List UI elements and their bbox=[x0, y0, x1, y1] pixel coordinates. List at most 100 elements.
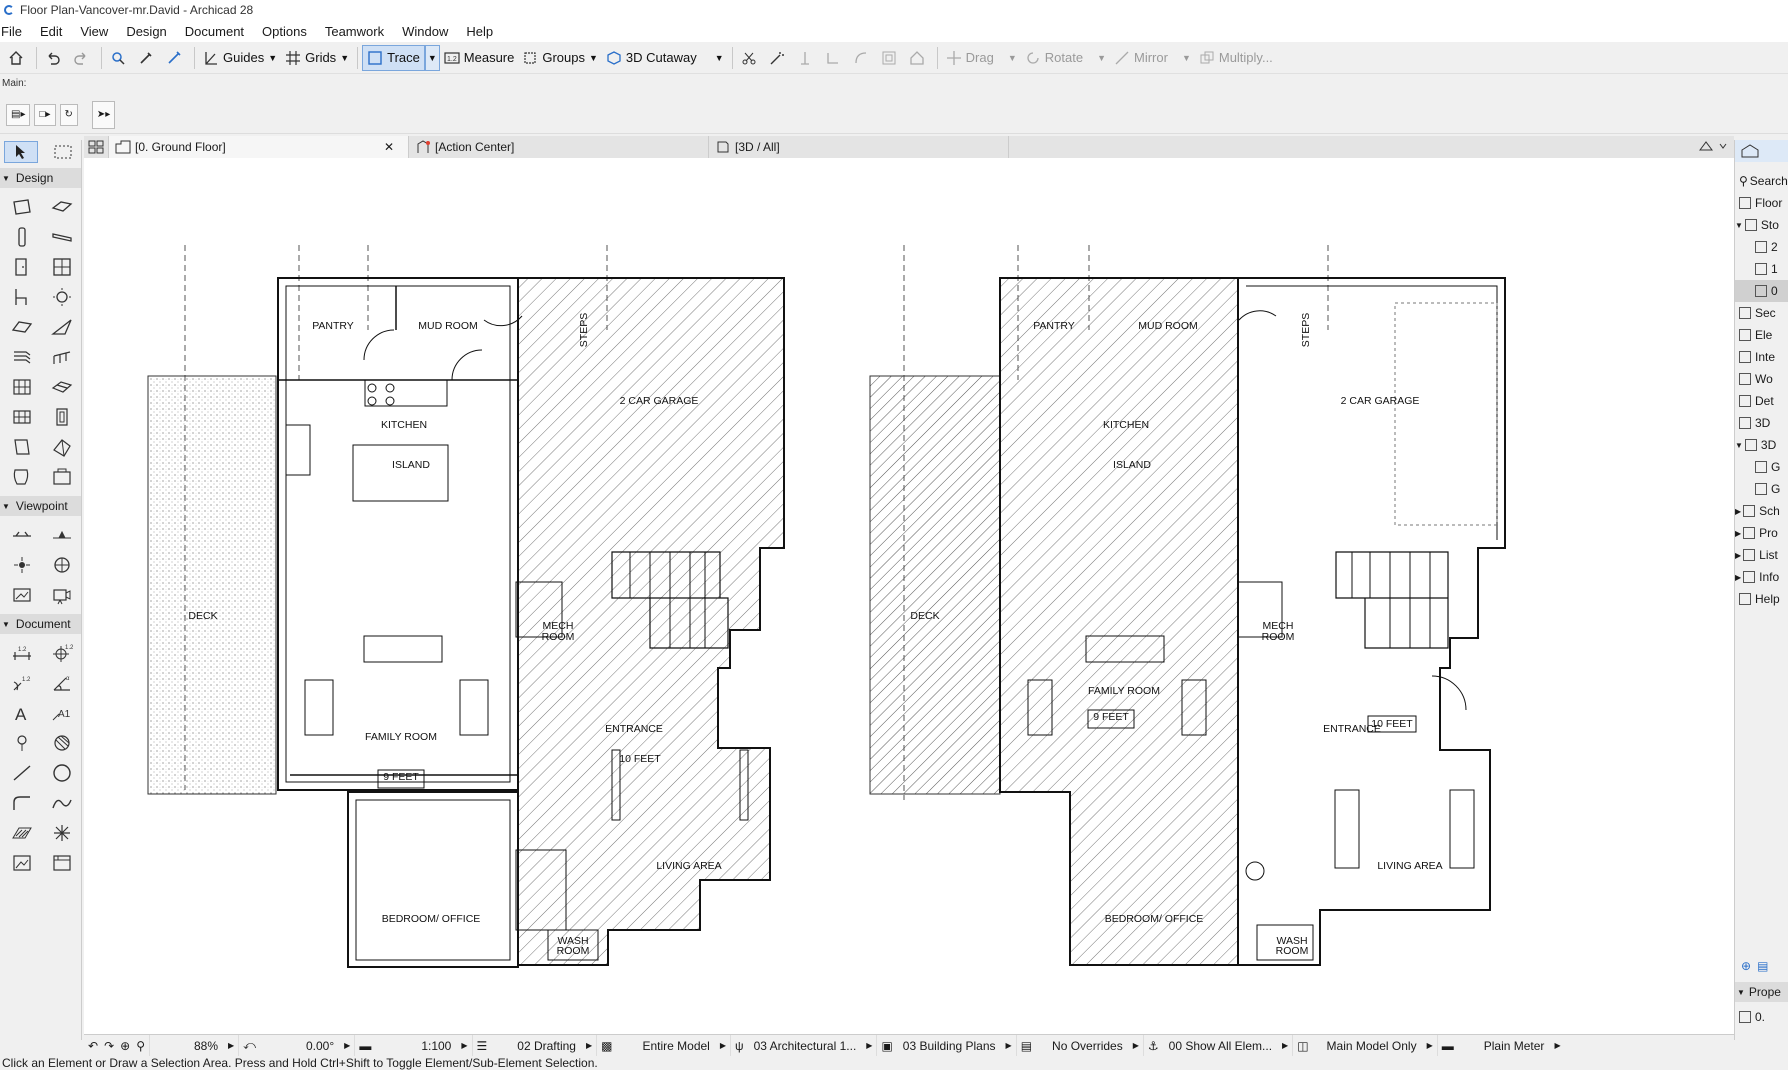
angle-value[interactable]: ⤺ 0.00° ▶ bbox=[239, 1034, 356, 1057]
figure-tool[interactable] bbox=[2, 848, 42, 878]
menu-file[interactable]: File bbox=[1, 24, 30, 39]
lamp-tool[interactable] bbox=[42, 282, 82, 312]
zoom-in-icon[interactable]: ⊕ bbox=[120, 1039, 130, 1053]
shell-tool[interactable] bbox=[42, 312, 82, 342]
rotate-dropdown-icon[interactable]: ▼ bbox=[1097, 53, 1106, 63]
grids-dropdown-icon[interactable]: ▼ bbox=[340, 53, 349, 63]
nav-item-sections[interactable]: Sec bbox=[1735, 302, 1788, 324]
menu-edit[interactable]: Edit bbox=[40, 24, 70, 39]
camera-tool[interactable] bbox=[42, 580, 82, 610]
zone-tool[interactable] bbox=[2, 432, 42, 462]
wall-tool[interactable] bbox=[2, 192, 42, 222]
stair-tool[interactable] bbox=[2, 342, 42, 372]
menu-options[interactable]: Options bbox=[262, 24, 315, 39]
model-view-options[interactable]: ▣ 03 Building Plans ▶ bbox=[877, 1034, 1017, 1057]
section-tool[interactable] bbox=[2, 520, 42, 550]
roof-tool[interactable] bbox=[2, 312, 42, 342]
intersect-button[interactable] bbox=[821, 45, 849, 71]
nav-item-3d-documents[interactable]: 3D bbox=[1735, 412, 1788, 434]
zoom-forward-icon[interactable]: ↷ bbox=[104, 1039, 114, 1053]
railing-tool[interactable] bbox=[42, 342, 82, 372]
fill-tool[interactable] bbox=[42, 728, 82, 758]
menu-document[interactable]: Document bbox=[185, 24, 252, 39]
list-icon[interactable]: ▤ bbox=[1757, 959, 1768, 973]
nav-item-stories[interactable]: ▼ Sto bbox=[1735, 214, 1788, 236]
arrow-tool-settings-button[interactable]: ➤▸ bbox=[91, 100, 116, 129]
deck-area[interactable] bbox=[147, 375, 277, 795]
curtain-wall-tool[interactable] bbox=[2, 372, 42, 402]
rotate-button[interactable]: Rotate ▼ bbox=[1021, 45, 1110, 71]
structural-display[interactable]: ◫ Main Model Only ▶ bbox=[1293, 1034, 1438, 1057]
offset-button[interactable] bbox=[877, 45, 905, 71]
nav-item-info[interactable]: ▶ Info bbox=[1735, 566, 1788, 588]
guides-dropdown-icon[interactable]: ▼ bbox=[268, 53, 277, 63]
skylight-tool[interactable] bbox=[2, 402, 42, 432]
nav-item-floor[interactable]: Floor bbox=[1735, 192, 1788, 214]
column-tool[interactable] bbox=[2, 222, 42, 252]
groups-dropdown-icon[interactable]: ▼ bbox=[589, 53, 598, 63]
hotspot-tool[interactable] bbox=[42, 818, 82, 848]
marker-tool[interactable] bbox=[2, 728, 42, 758]
beam-tool[interactable] bbox=[42, 222, 82, 252]
nav-item-project-indexes[interactable]: ▶ Pro bbox=[1735, 522, 1788, 544]
tab-action-center[interactable]: [Action Center] bbox=[409, 136, 709, 158]
toolbox-section-viewpoint[interactable]: Viewpoint bbox=[0, 496, 81, 516]
scissors-button[interactable] bbox=[737, 45, 765, 71]
adjust-button[interactable] bbox=[793, 45, 821, 71]
drag-button[interactable]: Drag ▼ bbox=[942, 45, 1021, 71]
interior-elevation-tool[interactable] bbox=[2, 550, 42, 580]
pen-set[interactable]: ψ 03 Architectural 1... ▶ bbox=[731, 1034, 878, 1057]
add-icon[interactable]: ⊕ bbox=[1741, 959, 1751, 973]
menu-help[interactable]: Help bbox=[466, 24, 501, 39]
floor-plan-canvas[interactable]: PANTRY MUD ROOM STEPS 2 CAR GARAGE KITCH… bbox=[84, 158, 1734, 1034]
nav-item-schedules[interactable]: ▶ Sch bbox=[1735, 500, 1788, 522]
eyedropper-button[interactable] bbox=[134, 45, 162, 71]
circle-tool[interactable] bbox=[42, 758, 82, 788]
drag-dropdown-icon[interactable]: ▼ bbox=[1008, 53, 1017, 63]
door-tool[interactable] bbox=[2, 252, 42, 282]
text-tool[interactable]: A bbox=[2, 698, 42, 728]
menu-view[interactable]: View bbox=[80, 24, 116, 39]
rotate-marquee-button[interactable]: ↻ bbox=[59, 103, 78, 126]
covering-tool[interactable] bbox=[2, 462, 42, 492]
zoom-fit-icon[interactable]: ⚲ bbox=[136, 1039, 145, 1053]
zoom-controls[interactable]: ↶ ↷ ⊕ ⚲ bbox=[84, 1034, 150, 1057]
morph-tool[interactable] bbox=[42, 432, 82, 462]
object-tool[interactable] bbox=[2, 282, 42, 312]
family-room-hatch[interactable] bbox=[999, 277, 1239, 966]
measure-button[interactable]: 1.2 Measure bbox=[440, 45, 519, 71]
toolbox-section-document[interactable]: Document bbox=[0, 614, 81, 634]
view-options-button[interactable] bbox=[1698, 139, 1734, 156]
menu-window[interactable]: Window bbox=[402, 24, 456, 39]
zoom-back-icon[interactable]: ↶ bbox=[88, 1039, 98, 1053]
close-tab-icon[interactable]: ✕ bbox=[376, 140, 402, 154]
dimension-standard[interactable]: ▬ Plain Meter ▶ bbox=[1438, 1035, 1565, 1057]
navigator-search[interactable]: ⚲ Search bbox=[1735, 170, 1788, 192]
line-tool[interactable] bbox=[2, 758, 42, 788]
nav-item-3d-g1[interactable]: G bbox=[1735, 456, 1788, 478]
properties-header[interactable]: ▼ Prope bbox=[1735, 982, 1788, 1002]
nav-item-story-2[interactable]: 2 bbox=[1735, 236, 1788, 258]
stair-right[interactable] bbox=[1335, 551, 1449, 649]
marquee-method-button[interactable]: □▸ bbox=[34, 103, 56, 126]
guides-button[interactable]: Guides ▼ bbox=[199, 45, 281, 71]
dimension-tool[interactable]: 1.2 bbox=[2, 638, 42, 668]
opening-tool[interactable] bbox=[42, 402, 82, 432]
3d-cutaway-button[interactable]: 3D Cutaway ▼ bbox=[602, 45, 728, 71]
arrow-tool[interactable] bbox=[4, 141, 38, 163]
marquee-tool[interactable] bbox=[46, 141, 80, 163]
label-tool[interactable]: A1 bbox=[42, 698, 82, 728]
deck-area-right[interactable] bbox=[869, 375, 1001, 795]
nav-item-story-0[interactable]: 0 bbox=[1735, 280, 1788, 302]
nav-item-elevations[interactable]: Ele bbox=[1735, 324, 1788, 346]
nav-item-3d-g2[interactable]: G bbox=[1735, 478, 1788, 500]
nav-item-interior[interactable]: Inte bbox=[1735, 346, 1788, 368]
slab-tool[interactable] bbox=[42, 192, 82, 222]
layer-combination[interactable]: ☰ 02 Drafting ▶ bbox=[473, 1034, 598, 1057]
menu-design[interactable]: Design bbox=[126, 24, 174, 39]
polyline-tool[interactable] bbox=[2, 788, 42, 818]
detail-tool[interactable] bbox=[2, 580, 42, 610]
fillet-button[interactable] bbox=[849, 45, 877, 71]
scale-value[interactable]: ▬ 1:100 ▶ bbox=[355, 1034, 473, 1057]
hatch-tool[interactable] bbox=[2, 818, 42, 848]
